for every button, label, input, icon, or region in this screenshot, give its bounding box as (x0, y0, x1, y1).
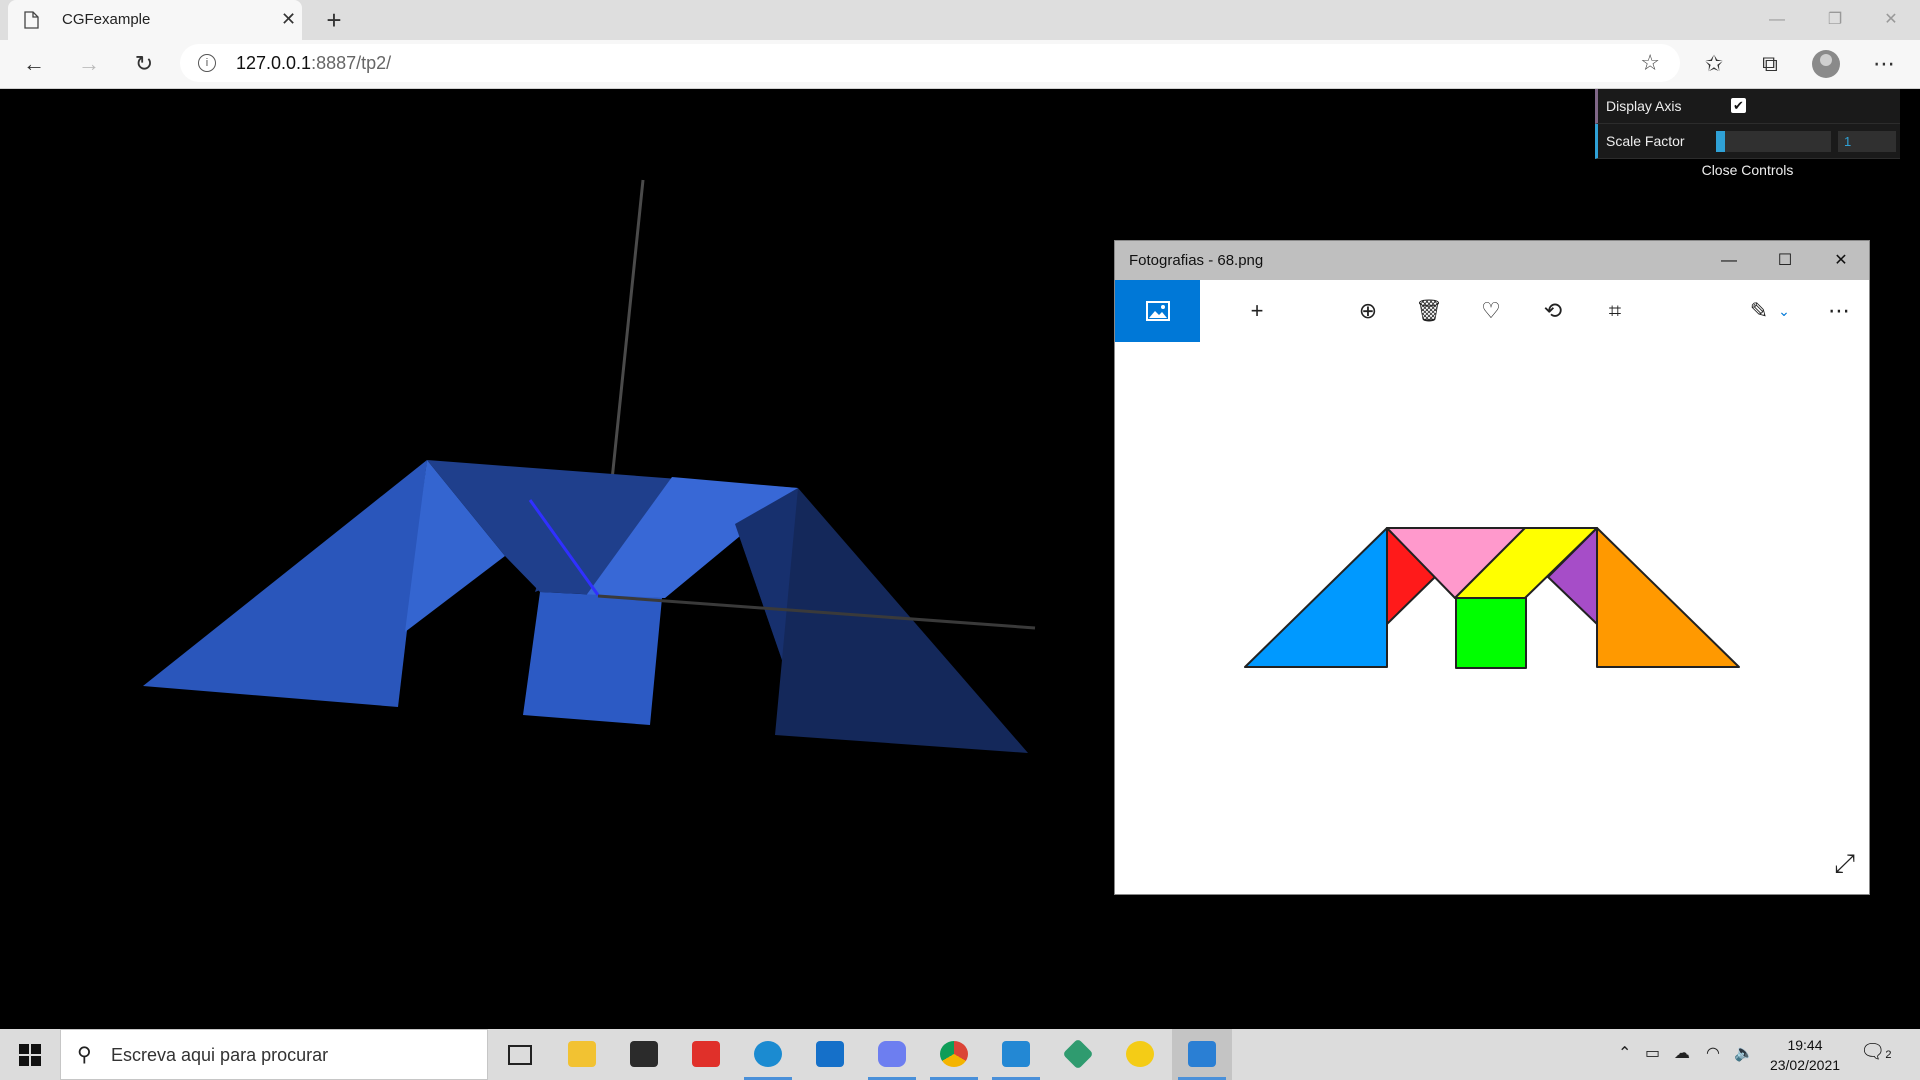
display-axis-checkbox[interactable]: ✔ (1731, 98, 1746, 113)
back-arrow-icon[interactable]: ← (18, 48, 50, 80)
wifi-icon[interactable]: ◠ (1706, 1043, 1720, 1063)
green-square-shape (523, 592, 662, 725)
photos-app-icon[interactable] (1172, 1029, 1232, 1080)
tangram-green-square (1455, 597, 1527, 669)
mail-icon[interactable] (800, 1029, 860, 1080)
file-explorer-icon[interactable] (552, 1029, 612, 1080)
display-axis-row[interactable]: Display Axis ✔ (1595, 89, 1900, 124)
page-icon (24, 11, 39, 29)
close-tab-icon[interactable]: ✕ (281, 9, 296, 30)
windows-logo-icon (19, 1044, 41, 1066)
search-icon: ⚲ (77, 1044, 92, 1066)
profile-avatar[interactable] (1812, 50, 1840, 78)
battery-icon[interactable]: ▭ (1645, 1043, 1660, 1063)
volume-icon[interactable]: 🔈 (1734, 1043, 1754, 1063)
scale-factor-slider[interactable] (1716, 131, 1831, 152)
tangram-orange-triangle (1596, 527, 1740, 668)
show-hidden-icons-icon[interactable]: ⌃ (1618, 1043, 1631, 1063)
reload-icon[interactable]: ↻ (128, 48, 160, 80)
task-view-icon[interactable] (490, 1029, 550, 1080)
microsoft-store-icon[interactable] (614, 1029, 674, 1080)
photos-window: Fotografias - 68.png — ☐ ✕ + ⊕ 🗑 ♡ ⟲ ⌗ ✎… (1115, 241, 1869, 894)
close-window-button[interactable]: ✕ (1862, 0, 1920, 40)
blue-triangle-shape (143, 460, 427, 707)
new-tab-button[interactable]: + (318, 4, 350, 36)
vscode-icon[interactable] (986, 1029, 1046, 1080)
site-info-icon[interactable]: i (198, 54, 216, 72)
add-favorite-icon[interactable]: ☆ (1640, 50, 1660, 76)
url-text[interactable]: 127.0.0.1:8887/tp2/ (236, 53, 391, 74)
browser-toolbar: ← → ↻ i 127.0.0.1:8887/tp2/ ☆ ✩ ⧉ ⋯ (0, 40, 1920, 89)
notifications-icon[interactable]: 🗨2 (1860, 1039, 1892, 1064)
gift-app-icon[interactable] (676, 1029, 736, 1080)
start-button[interactable] (0, 1029, 60, 1080)
favorites-icon[interactable]: ✩ (1698, 48, 1730, 80)
git-kraken-icon[interactable] (1048, 1029, 1108, 1080)
chrome-icon[interactable] (924, 1029, 984, 1080)
address-bar[interactable]: i 127.0.0.1:8887/tp2/ ☆ (180, 44, 1680, 82)
scale-factor-input[interactable]: 1 (1838, 131, 1896, 152)
clock-time: 19:44 (1787, 1037, 1823, 1053)
edge-browser-icon[interactable] (738, 1029, 798, 1080)
collections-icon[interactable]: ⧉ (1754, 48, 1786, 80)
display-axis-label: Display Axis (1606, 98, 1682, 114)
notification-count: 2 (1885, 1049, 1892, 1061)
clock-date: 23/02/2021 (1769, 1057, 1841, 1073)
minimize-window-button[interactable]: — (1748, 0, 1806, 40)
scale-factor-label: Scale Factor (1606, 133, 1685, 149)
fullscreen-expand-icon[interactable]: ⤢ (1834, 848, 1855, 880)
onedrive-cloud-icon[interactable]: ☁ (1674, 1043, 1690, 1063)
search-placeholder: Escreva aqui para procurar (111, 1045, 329, 1065)
slider-fill (1716, 131, 1726, 152)
taskbar-search-box[interactable]: ⚲ Escreva aqui para procurar (60, 1029, 488, 1080)
more-menu-icon[interactable]: ⋯ (1868, 48, 1900, 80)
forward-arrow-icon[interactable]: → (73, 48, 105, 80)
tangram-blue-triangle (1244, 527, 1388, 668)
discord-icon[interactable] (862, 1029, 922, 1080)
close-controls-button[interactable]: Close Controls (1595, 159, 1900, 181)
scale-factor-row: Scale Factor 1 (1595, 124, 1900, 159)
tangram-image (1244, 527, 1740, 669)
controls-panel: Display Axis ✔ Scale Factor 1 Close Cont… (1595, 89, 1900, 181)
taskbar-clock[interactable]: 19:44 23/02/2021 (1760, 1035, 1850, 1075)
tab-title: CGFexample (62, 11, 151, 28)
tab-strip: CGFexample ✕ + — ❐ ✕ (0, 0, 1920, 40)
yellow-app-icon[interactable] (1110, 1029, 1170, 1080)
browser-tab[interactable]: CGFexample ✕ (8, 0, 302, 40)
taskbar: ⚲ Escreva aqui para procurar ⌃ ▭ ☁ ◠ 🔈 1… (0, 1029, 1920, 1080)
restore-window-button[interactable]: ❐ (1806, 0, 1864, 40)
